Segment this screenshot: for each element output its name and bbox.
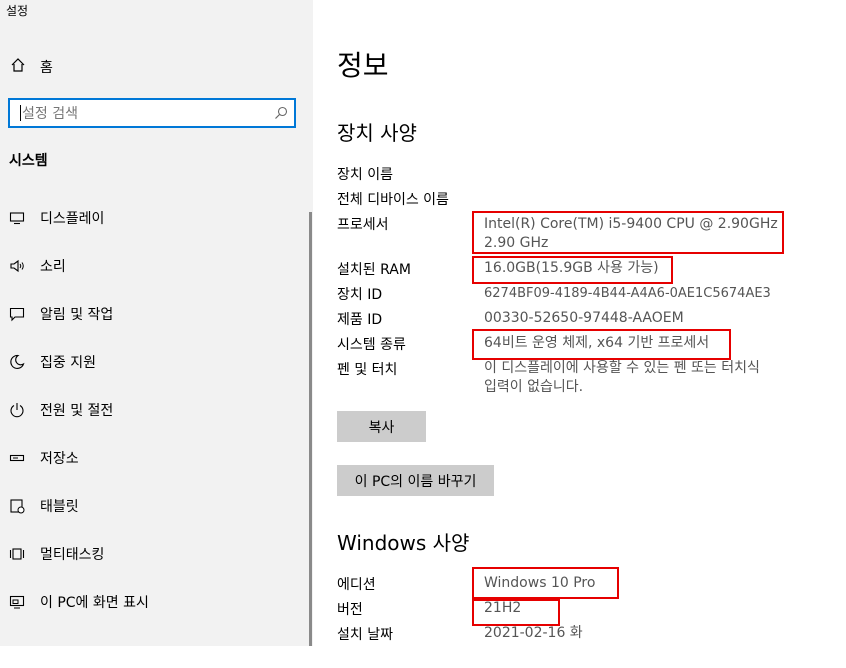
search-input[interactable]: 설정 검색 — [22, 103, 274, 123]
notification-icon — [8, 305, 26, 323]
sidebar-item-power[interactable]: 전원 및 절전 — [0, 392, 305, 428]
monitor-icon — [8, 209, 26, 227]
sidebar-item-sound[interactable]: 소리 — [0, 248, 305, 284]
sidebar-item-label: 저장소 — [40, 451, 79, 467]
highlight-box-ram — [472, 256, 673, 284]
speaker-icon — [8, 257, 26, 275]
spec-key: 에디션 — [337, 577, 376, 593]
search-box[interactable]: 설정 검색 — [8, 98, 296, 128]
window-title: 설정 — [6, 4, 29, 18]
sidebar-item-label: 멀티태스킹 — [40, 547, 105, 563]
sidebar-item-label: 소리 — [40, 259, 66, 275]
spec-key: 설치 날짜 — [337, 627, 393, 643]
tablet-icon — [8, 497, 26, 515]
sidebar-item-label: 알림 및 작업 — [40, 307, 114, 323]
sidebar-item-label: 디스플레이 — [40, 211, 105, 227]
spec-key: 시스템 종류 — [337, 337, 406, 353]
spec-value[interactable]: 6274BF09-4189-4B44-A4A6-0AE1C5674AE3 — [484, 284, 794, 303]
home-label: 홈 — [40, 60, 53, 76]
main-content: 정보 장치 사양 장치 이름 전체 디바이스 이름 프로세서 Intel(R) … — [313, 0, 846, 646]
home-icon — [10, 57, 26, 77]
sidebar-item-notifications[interactable]: 알림 및 작업 — [0, 296, 305, 332]
spec-key: 장치 이름 — [337, 167, 393, 183]
power-icon — [8, 401, 26, 419]
highlight-box-system-type — [472, 329, 731, 360]
sidebar-item-project-to-pc[interactable]: 이 PC에 화면 표시 — [0, 584, 305, 620]
rename-pc-button[interactable]: 이 PC의 이름 바꾸기 — [337, 465, 494, 496]
sidebar-item-storage[interactable]: 저장소 — [0, 440, 305, 476]
sidebar-item-label: 태블릿 — [40, 499, 79, 515]
home-nav-item[interactable]: 홈 — [10, 57, 53, 77]
spec-value[interactable]: 00330-52650-97448-AAOEM — [484, 309, 794, 328]
section-title: 시스템 — [9, 153, 48, 169]
sidebar-item-display[interactable]: 디스플레이 — [0, 200, 305, 236]
sidebar-item-tablet[interactable]: 태블릿 — [0, 488, 305, 524]
sidebar-item-focus-assist[interactable]: 집중 지원 — [0, 344, 305, 380]
spec-value[interactable]: 2021-02-16 화 — [484, 624, 794, 643]
highlight-box-version — [472, 599, 560, 626]
sidebar-scrollbar[interactable] — [309, 212, 312, 646]
moon-icon — [8, 353, 26, 371]
copy-button[interactable]: 복사 — [337, 411, 426, 442]
highlight-box-edition — [472, 567, 619, 599]
sidebar-item-label: 이 PC에 화면 표시 — [40, 595, 149, 611]
page-title: 정보 — [337, 49, 389, 82]
windows-specs-heading: Windows 사양 — [337, 531, 470, 555]
sidebar-item-multitasking[interactable]: 멀티태스킹 — [0, 536, 305, 572]
highlight-box-processor — [472, 211, 784, 254]
sidebar: 설정 홈 설정 검색 시스템 디스플레이 소리 알림 및 작업 집중 지원 전원… — [0, 0, 313, 646]
search-icon[interactable] — [274, 106, 288, 120]
spec-key: 프로세서 — [337, 217, 389, 233]
multitasking-icon — [8, 545, 26, 563]
spec-key: 전체 디바이스 이름 — [337, 192, 449, 208]
spec-key: 설치된 RAM — [337, 262, 411, 278]
spec-key: 장치 ID — [337, 287, 383, 303]
spec-value-line2[interactable]: 입력이 없습니다. — [484, 378, 794, 397]
spec-key: 펜 및 터치 — [337, 362, 398, 378]
device-specs-heading: 장치 사양 — [337, 121, 417, 145]
spec-key: 버전 — [337, 602, 363, 618]
sidebar-item-label: 전원 및 절전 — [40, 403, 114, 419]
sidebar-item-partial[interactable] — [0, 632, 305, 668]
sidebar-item-label: 집중 지원 — [40, 355, 96, 371]
project-icon — [8, 593, 26, 611]
spec-value[interactable]: 이 디스플레이에 사용할 수 있는 펜 또는 터치식 — [484, 359, 794, 378]
text-caret — [20, 105, 21, 121]
storage-icon — [8, 449, 26, 467]
spec-key: 제품 ID — [337, 312, 383, 328]
